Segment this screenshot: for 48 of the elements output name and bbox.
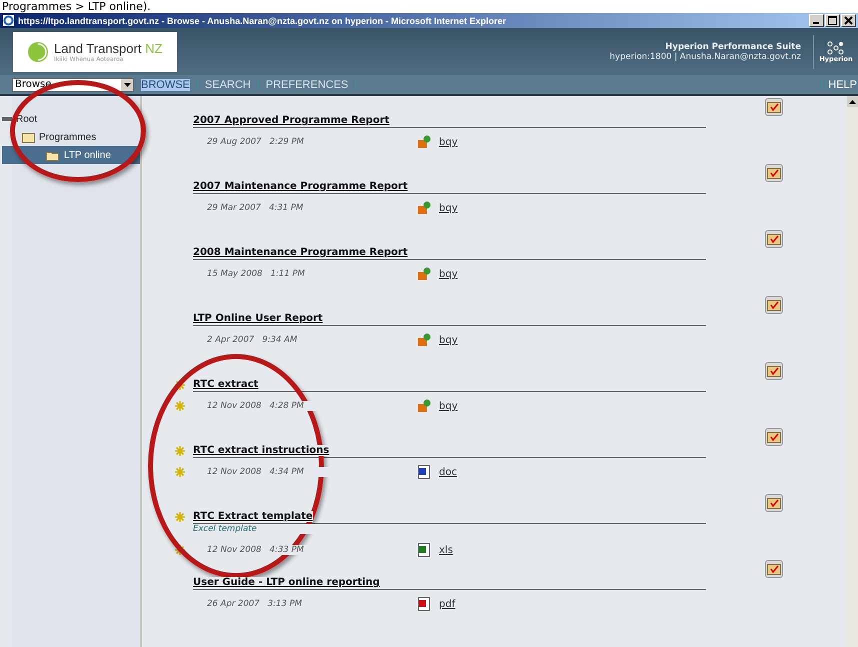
dots-logo-icon bbox=[827, 40, 845, 54]
nav-link[interactable]: BROWSE bbox=[141, 78, 190, 90]
maximize-icon bbox=[828, 16, 837, 25]
scrollbar[interactable] bbox=[847, 96, 858, 647]
properties-button[interactable] bbox=[765, 98, 783, 116]
window-title: https://ltpo.landtransport.govt.nz - Browse - Anusha.Naran@nzta.govt.nz on hyperion - Microsoft Internet Explorer bbox=[18, 16, 506, 26]
help-link[interactable]: HELP bbox=[828, 78, 857, 90]
browser-icon bbox=[2, 14, 15, 27]
file-link[interactable]: pdf bbox=[439, 598, 456, 610]
report-title-link[interactable]: RTC Extract template bbox=[193, 511, 313, 522]
file-link[interactable]: bqy bbox=[439, 136, 458, 148]
caret-icon bbox=[124, 82, 130, 86]
file-link[interactable]: doc bbox=[439, 466, 457, 478]
suite-name: Hyperion Performance Suite bbox=[665, 42, 801, 52]
close-button[interactable] bbox=[841, 14, 856, 27]
properties-button[interactable] bbox=[765, 560, 783, 578]
properties-button[interactable] bbox=[765, 362, 783, 380]
file-link[interactable]: bqy bbox=[439, 400, 458, 412]
scroll-up-icon[interactable] bbox=[849, 100, 856, 104]
open-folder-icon bbox=[46, 150, 60, 160]
maximize-button[interactable] bbox=[825, 14, 840, 27]
brand-name: Land Transport NZ bbox=[54, 42, 162, 56]
caption-text: Programmes > LTP online). bbox=[1, 0, 152, 13]
tree-item[interactable]: Programmes bbox=[2, 128, 140, 146]
report-title-link[interactable]: LTP Online User Report bbox=[193, 313, 323, 324]
file-link[interactable]: bqy bbox=[439, 334, 458, 346]
report-title-link[interactable]: 2007 Maintenance Programme Report bbox=[193, 181, 408, 192]
nav-link[interactable]: SEARCH bbox=[204, 78, 251, 90]
properties-button[interactable] bbox=[765, 296, 783, 314]
collapse-icon bbox=[2, 116, 12, 122]
properties-button[interactable] bbox=[765, 230, 783, 248]
properties-button[interactable] bbox=[765, 428, 783, 446]
nav-link[interactable]: PREFERENCES bbox=[266, 78, 348, 90]
tree-item[interactable]: LTP online bbox=[2, 146, 140, 164]
file-link[interactable]: xls bbox=[439, 544, 453, 556]
properties-button[interactable] bbox=[765, 494, 783, 512]
properties-button[interactable] bbox=[765, 164, 783, 182]
file-link[interactable]: bqy bbox=[439, 202, 458, 214]
file-link[interactable]: bqy bbox=[439, 268, 458, 280]
folder-icon bbox=[22, 132, 35, 142]
server-user-text: hyperion:1800 | Anusha.Naran@nzta.govt.nz bbox=[610, 52, 801, 62]
report-title-link[interactable]: RTC extract instructions bbox=[193, 445, 330, 456]
minimize-button[interactable] bbox=[809, 14, 824, 27]
report-title-link[interactable]: 2008 Maintenance Programme Report bbox=[193, 247, 408, 258]
close-icon bbox=[844, 16, 853, 25]
report-title-link[interactable]: 2007 Approved Programme Report bbox=[193, 115, 390, 126]
report-title-link[interactable]: User Guide - LTP online reporting bbox=[193, 577, 380, 588]
report-title-link[interactable]: RTC extract bbox=[193, 379, 258, 390]
